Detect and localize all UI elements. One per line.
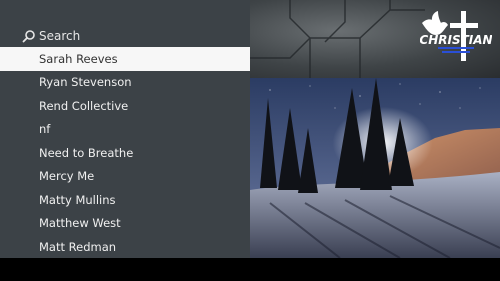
- bottom-bar: [0, 258, 500, 281]
- channel-banner: CHRISTIAN: [250, 0, 500, 78]
- list-item-nf[interactable]: nf: [0, 118, 250, 142]
- search-label: Search: [39, 29, 81, 43]
- list-item-matthew-west[interactable]: Matthew West: [0, 212, 250, 236]
- preview-panel: CHRISTIAN: [250, 0, 500, 258]
- list-item-need-to-breathe[interactable]: Need to Breathe: [0, 141, 250, 165]
- christian-logo: CHRISTIAN: [420, 11, 492, 61]
- list-item-ryan-stevenson[interactable]: Ryan Stevenson: [0, 71, 250, 95]
- list-item-sarah-reeves[interactable]: Sarah Reeves: [0, 47, 250, 71]
- navigation-panel: Search Sarah Reeves Ryan Stevenson Rend …: [0, 0, 250, 258]
- artist-list: Sarah Reeves Ryan Stevenson Rend Collect…: [0, 47, 250, 259]
- list-item-mercy-me[interactable]: Mercy Me: [0, 165, 250, 189]
- list-item-rend-collective[interactable]: Rend Collective: [0, 94, 250, 118]
- search-icon: [22, 30, 35, 43]
- list-item-matty-mullins[interactable]: Matty Mullins: [0, 188, 250, 212]
- search-button[interactable]: Search: [22, 27, 80, 45]
- artwork-image: [250, 78, 500, 258]
- list-item-matt-redman[interactable]: Matt Redman: [0, 235, 250, 259]
- svg-text:CHRISTIAN: CHRISTIAN: [420, 33, 492, 47]
